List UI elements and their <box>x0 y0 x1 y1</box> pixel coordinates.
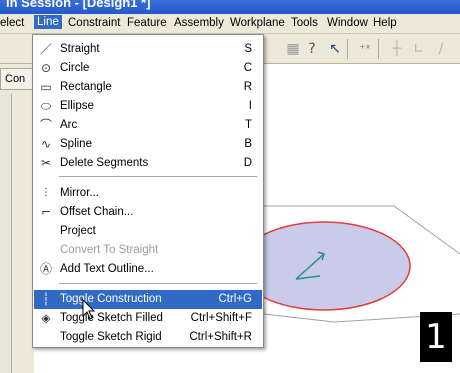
menu-item-toggle-construction[interactable]: ┆ Toggle Construction Ctrl+G <box>34 290 262 309</box>
menu-item-label: Ellipse <box>60 100 94 112</box>
ellipse-icon: ⬭ <box>40 99 52 113</box>
menu-item-shortcut: Ctrl+Shift+R <box>189 331 252 343</box>
step-number-badge: 1 <box>420 312 452 362</box>
menu-item-convert-to-straight: Convert To Straight <box>34 241 262 260</box>
menu-item-label: Toggle Construction <box>60 293 162 305</box>
constraints-tab-label: Con <box>5 73 26 85</box>
menu-item-shortcut: Ctrl+G <box>218 293 252 305</box>
menu-item-label: Offset Chain... <box>60 206 134 218</box>
dimension-icon[interactable]: ⁺ˣ <box>356 40 374 58</box>
menu-item-mirror[interactable]: ⫶ Mirror... <box>34 184 262 203</box>
toolbar-separator <box>347 39 348 59</box>
menu-assembly[interactable]: Assembly <box>174 17 224 29</box>
menu-item-label: Convert To Straight <box>60 244 159 256</box>
help-pointer-icon[interactable]: ? <box>303 40 321 58</box>
menu-item-rectangle[interactable]: ▭ Rectangle R <box>34 78 262 97</box>
menu-item-ellipse[interactable]: ⬭ Ellipse I <box>34 97 262 116</box>
menu-item-circle[interactable]: ⊙ Circle C <box>34 59 262 78</box>
construction-icon: ┆ <box>42 292 50 306</box>
menu-bar: elect Line Constraint Feature Assembly W… <box>0 14 460 34</box>
menu-item-label: Project <box>60 225 96 237</box>
menu-item-shortcut: I <box>248 100 252 112</box>
angle-disabled-icon[interactable]: ∕ <box>432 40 450 58</box>
arc-icon: ⌒ <box>39 118 52 132</box>
offset-icon: ⌐ <box>40 205 52 219</box>
menu-item-arc[interactable]: ⌒ Arc T <box>34 116 262 135</box>
menu-window[interactable]: Window <box>327 17 368 29</box>
menu-line[interactable]: Line <box>34 15 62 29</box>
constraints-tab[interactable]: Con <box>0 68 34 90</box>
menu-item-shortcut: Ctrl+Shift+F <box>190 312 252 324</box>
menu-item-shortcut: B <box>244 138 252 150</box>
constraint-disabled-icon[interactable]: ┼ <box>388 40 406 58</box>
menu-item-label: Add Text Outline... <box>60 263 154 275</box>
menu-item-label: Spline <box>60 138 92 150</box>
menu-item-shortcut: S <box>244 43 252 55</box>
title-bar: in Session - [Design1 *] <box>0 0 460 14</box>
scissors-icon: ✂ <box>40 156 52 170</box>
toolbar-faded-icon[interactable]: ▦ <box>284 40 302 58</box>
spline-icon: ∿ <box>40 137 52 151</box>
menu-tools[interactable]: Tools <box>291 17 318 29</box>
menu-item-label: Mirror... <box>60 187 99 199</box>
line-icon: ／ <box>39 42 52 56</box>
circle-icon: ⊙ <box>40 61 52 75</box>
menu-help[interactable]: Help <box>373 17 397 29</box>
menu-item-shortcut: C <box>243 62 252 74</box>
menu-select[interactable]: elect <box>0 17 24 29</box>
window-title: in Session - [Design1 *] <box>6 0 151 10</box>
menu-separator <box>59 176 257 177</box>
menu-item-project[interactable]: Project <box>34 222 262 241</box>
left-panel-body <box>0 94 12 373</box>
menu-item-toggle-sketch-rigid[interactable]: Toggle Sketch Rigid Ctrl+Shift+R <box>34 328 262 347</box>
text-outline-icon: Ⓐ <box>39 262 52 276</box>
mirror-icon: ⫶ <box>44 186 48 200</box>
left-panel: Con <box>0 64 34 373</box>
menu-item-shortcut: T <box>244 119 252 131</box>
menu-item-toggle-sketch-filled[interactable]: ◈ Toggle Sketch Filled Ctrl+Shift+F <box>34 309 262 328</box>
mouse-cursor-icon <box>82 299 96 320</box>
menu-constraint[interactable]: Constraint <box>68 17 120 29</box>
menu-item-shortcut: D <box>243 157 252 169</box>
whats-this-icon[interactable]: ↖ <box>326 40 344 58</box>
menu-item-label: Circle <box>60 62 90 74</box>
menu-feature[interactable]: Feature <box>127 17 167 29</box>
menu-separator <box>59 283 257 284</box>
menu-item-offset-chain[interactable]: ⌐ Offset Chain... <box>34 203 262 222</box>
menu-item-label: Arc <box>60 119 78 131</box>
menu-item-spline[interactable]: ∿ Spline B <box>34 135 262 154</box>
menu-item-straight[interactable]: ／ Straight S <box>34 40 262 59</box>
menu-item-shortcut: R <box>243 81 252 93</box>
perpendicular-disabled-icon[interactable]: ∟ <box>410 40 428 58</box>
menu-item-delete-segments[interactable]: ✂ Delete Segments D <box>34 154 262 173</box>
rectangle-icon: ▭ <box>40 80 52 94</box>
menu-item-add-text-outline[interactable]: Ⓐ Add Text Outline... <box>34 260 262 279</box>
menu-item-label: Delete Segments <box>60 157 149 169</box>
line-menu: ／ Straight S ⊙ Circle C ▭ Rectangle R ⬭ … <box>32 34 264 348</box>
menu-item-label: Toggle Sketch Filled <box>60 312 163 324</box>
menu-item-label: Straight <box>60 43 100 55</box>
menu-workplane[interactable]: Workplane <box>230 17 285 29</box>
fill-icon: ◈ <box>41 311 51 325</box>
toolbar-separator <box>378 39 379 59</box>
menu-item-label: Toggle Sketch Rigid <box>60 331 162 343</box>
menu-item-label: Rectangle <box>60 81 112 93</box>
